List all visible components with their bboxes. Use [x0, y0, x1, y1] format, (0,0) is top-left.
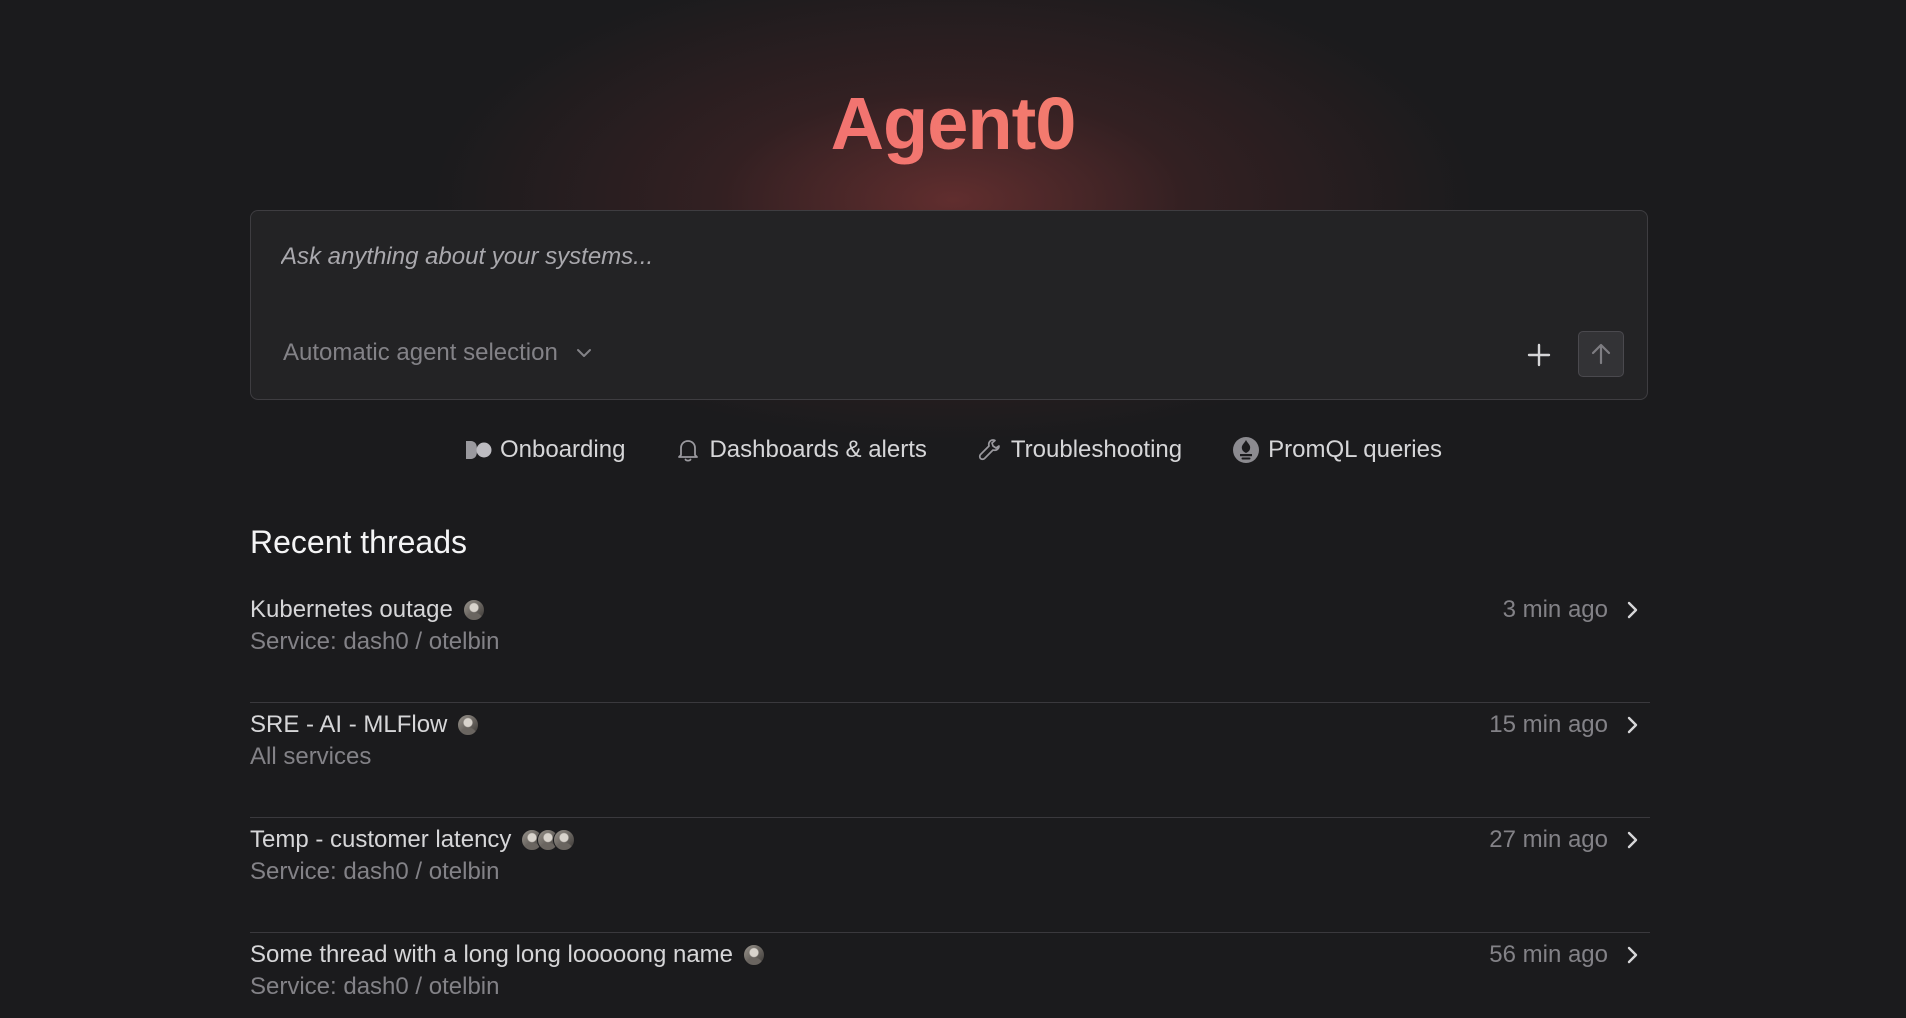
- thread-name: Kubernetes outage: [250, 596, 453, 623]
- thread-name: Temp - customer latency: [250, 826, 512, 853]
- avatar: [553, 829, 576, 851]
- quick-link-onboarding[interactable]: Onboarding: [464, 432, 625, 468]
- avatar: [462, 599, 485, 621]
- chevron-right-icon: [1627, 831, 1638, 849]
- participant-avatars: [521, 829, 576, 851]
- chevron-right-icon: [1627, 716, 1638, 734]
- agent-selection-dropdown[interactable]: Automatic agent selection: [283, 339, 594, 367]
- prometheus-icon: [1232, 436, 1260, 464]
- avatar: [743, 944, 765, 966]
- thread-name-row: Temp - customer latency: [250, 824, 576, 856]
- recent-threads-list: Kubernetes outage Service: dash0 / otelb…: [250, 588, 1650, 1018]
- chevron-right-icon: [1627, 601, 1638, 619]
- thread-name: SRE - AI - MLFlow: [250, 711, 448, 738]
- thread-time: 15 min ago: [1489, 711, 1608, 738]
- thread-scope: All services: [250, 743, 372, 770]
- quick-link-label: Troubleshooting: [1010, 436, 1183, 463]
- bell-icon: [675, 437, 701, 463]
- avatar: [457, 714, 480, 736]
- participant-avatars: [457, 714, 480, 736]
- quick-link-label: Dashboards & alerts: [709, 436, 927, 463]
- thread-name-row: Kubernetes outage: [250, 594, 485, 626]
- app-title: Agent0: [0, 82, 1906, 166]
- chevron-right-icon: [1627, 946, 1638, 964]
- prompt-input[interactable]: [281, 243, 1481, 271]
- agent-selection-label: Automatic agent selection: [283, 339, 558, 366]
- thread-row[interactable]: Temp - customer latency Service: dash0 /…: [250, 817, 1650, 932]
- send-button[interactable]: [1578, 331, 1624, 377]
- chevron-down-icon: [576, 349, 591, 357]
- arrow-up-icon: [1591, 343, 1611, 365]
- thread-scope: Service: dash0 / otelbin: [250, 973, 500, 1000]
- thread-scope: Service: dash0 / otelbin: [250, 628, 500, 655]
- thread-name: Some thread with a long long looooong na…: [250, 941, 733, 968]
- recent-threads-title: Recent threads: [250, 524, 468, 560]
- participant-avatars: [462, 599, 485, 621]
- agent0-home: Agent0 Automatic agent selection: [0, 0, 1906, 1018]
- quick-link-label: Onboarding: [500, 436, 626, 463]
- quick-link-dashboards-alerts[interactable]: Dashboards & alerts: [675, 432, 927, 468]
- quick-link-troubleshooting[interactable]: Troubleshooting: [977, 432, 1182, 468]
- add-attachment-button[interactable]: [1521, 337, 1557, 373]
- thread-name-row: SRE - AI - MLFlow: [250, 709, 480, 741]
- thread-time: 56 min ago: [1489, 941, 1608, 968]
- dash0-logo-icon: [464, 439, 492, 461]
- thread-time: 27 min ago: [1489, 826, 1608, 853]
- thread-name-row: Some thread with a long long looooong na…: [250, 939, 765, 971]
- prompt-composer: Automatic agent selection: [250, 210, 1648, 400]
- quick-link-label: PromQL queries: [1268, 436, 1442, 463]
- wrench-icon: [977, 437, 1003, 463]
- thread-time: 3 min ago: [1502, 596, 1608, 623]
- plus-icon: [1527, 343, 1551, 367]
- thread-scope: Service: dash0 / otelbin: [250, 858, 500, 885]
- thread-row[interactable]: Kubernetes outage Service: dash0 / otelb…: [250, 588, 1650, 702]
- thread-row[interactable]: SRE - AI - MLFlow All services 15 min ag…: [250, 702, 1650, 817]
- participant-avatars: [743, 944, 765, 966]
- quick-links: Onboarding Dashboards & alerts Troublesh…: [0, 432, 1906, 468]
- thread-row[interactable]: Some thread with a long long looooong na…: [250, 932, 1650, 1018]
- quick-link-promql-queries[interactable]: PromQL queries: [1232, 432, 1442, 468]
